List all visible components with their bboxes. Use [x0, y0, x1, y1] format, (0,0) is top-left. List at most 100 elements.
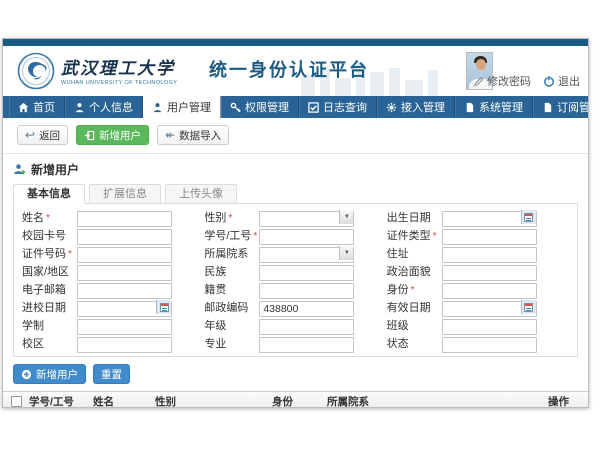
header: 武汉理工大学 WUHAN UNIVERSITY OF TECHNOLOGY 统一…: [3, 46, 588, 96]
field-campus: 校区: [22, 334, 204, 352]
field-label: 班级: [387, 317, 442, 333]
valid-date-calendar-button[interactable]: [521, 300, 536, 314]
field-campus-card: 校园卡号: [22, 226, 204, 244]
field-label: 学制: [22, 317, 77, 333]
form-actions: 新增用户 重置: [13, 364, 578, 384]
status-input[interactable]: [442, 337, 537, 353]
field-label: 进校日期: [22, 299, 77, 315]
new-user-icon: [13, 163, 26, 176]
campus-card-input[interactable]: [77, 229, 172, 245]
name-input[interactable]: [77, 211, 172, 227]
field-label: 有效日期: [387, 299, 442, 315]
logout-link[interactable]: 退出: [543, 73, 580, 89]
nav-tab-profile[interactable]: 个人信息: [65, 96, 143, 118]
back-button[interactable]: ↩ 返回: [17, 125, 68, 145]
dropdown-button[interactable]: ▼: [339, 246, 353, 260]
file-icon: [464, 102, 475, 113]
major-input[interactable]: [259, 337, 354, 353]
field-label: 证件号码*: [22, 245, 77, 261]
identity-input[interactable]: [442, 283, 537, 299]
person-icon: [74, 102, 85, 113]
field-valid-date: 有效日期: [387, 298, 569, 316]
field-label: 性别*: [204, 209, 259, 225]
address-input[interactable]: [442, 247, 537, 263]
submit-add-user-button[interactable]: 新增用户: [13, 364, 86, 384]
nav-tab-subscription[interactable]: 订阅管理: [533, 96, 589, 118]
grade-input[interactable]: [259, 319, 354, 335]
required-asterisk: *: [411, 285, 415, 296]
home-icon: [18, 102, 29, 113]
field-identity: 身份*: [387, 280, 569, 298]
file-icon: [542, 102, 553, 113]
required-asterisk: *: [68, 249, 72, 260]
required-asterisk: *: [253, 231, 257, 242]
column-header: 学号/工号: [29, 394, 93, 408]
id-number-input[interactable]: [77, 247, 172, 263]
calendar-icon: [524, 303, 533, 312]
birth-date-calendar-button[interactable]: [521, 210, 536, 224]
field-label: 出生日期: [387, 209, 442, 225]
school-system-input[interactable]: [77, 319, 172, 335]
field-label: 校园卡号: [22, 227, 77, 243]
change-password-link[interactable]: 修改密码: [473, 73, 531, 89]
political-status-input[interactable]: [442, 265, 537, 281]
nav-tab-home[interactable]: 首页: [9, 96, 65, 118]
data-import-button[interactable]: ↞ 数据导入: [157, 125, 229, 145]
field-address: 住址: [387, 244, 569, 262]
user-form: 姓名*性别*▼出生日期校园卡号学号/工号*证件类型*证件号码*所属院系▼住址国家…: [22, 208, 569, 352]
column-header: 性别: [155, 394, 272, 408]
key-icon: [230, 102, 241, 113]
field-postal-code: 邮政编码: [204, 298, 386, 316]
calendar-icon: [160, 303, 169, 312]
select-all-checkbox[interactable]: [11, 396, 22, 407]
nav-tab-permission[interactable]: 权限管理: [221, 96, 299, 118]
email-input[interactable]: [77, 283, 172, 299]
campus-input[interactable]: [77, 337, 172, 353]
id-type-input[interactable]: [442, 229, 537, 245]
section-title: 新增用户: [31, 161, 79, 178]
dropdown-button[interactable]: ▼: [339, 210, 353, 224]
postal-code-input[interactable]: [259, 301, 354, 317]
field-label: 电子邮箱: [22, 281, 77, 297]
nav-tab-user-mgmt[interactable]: 用户管理: [143, 96, 221, 118]
nav-tab-access-mgmt[interactable]: 接入管理: [377, 96, 455, 118]
field-label: 姓名*: [22, 209, 77, 225]
column-header: 操作: [548, 394, 588, 408]
field-label: 年级: [204, 317, 259, 333]
tab-extended-info[interactable]: 扩展信息: [89, 184, 161, 204]
field-political-status: 政治面貌: [387, 262, 569, 280]
form-tabs: 基本信息扩展信息上传头像: [3, 181, 588, 203]
field-label: 政治面貌: [387, 263, 442, 279]
field-label: 国家/地区: [22, 263, 77, 279]
circle-plus-icon: [21, 369, 32, 380]
nav-tab-system-mgmt[interactable]: 系统管理: [455, 96, 533, 118]
tab-basic-info[interactable]: 基本信息: [13, 184, 85, 204]
field-label: 状态: [387, 335, 442, 351]
reset-button[interactable]: 重置: [93, 364, 130, 384]
field-status: 状态: [387, 334, 569, 352]
import-arrow-icon: ↞: [165, 129, 175, 141]
entry-date-calendar-button[interactable]: [156, 300, 171, 314]
class-input[interactable]: [442, 319, 537, 335]
section-header: 新增用户: [3, 154, 588, 181]
required-asterisk: *: [46, 213, 50, 224]
field-email: 电子邮箱: [22, 280, 204, 298]
field-label: 身份*: [387, 281, 442, 297]
university-name: 武汉理工大学: [61, 54, 201, 79]
field-label: 校区: [22, 335, 77, 351]
nav-tab-log-query[interactable]: 日志查询: [299, 96, 377, 118]
check-square-icon: [308, 102, 319, 113]
student-id-input[interactable]: [259, 229, 354, 245]
column-header: 所属院系: [327, 394, 548, 408]
field-label: 所属院系: [204, 245, 259, 261]
top-strip: [3, 39, 588, 46]
ethnicity-input[interactable]: [259, 265, 354, 281]
field-grade: 年级: [204, 316, 386, 334]
native-place-input[interactable]: [259, 283, 354, 299]
university-logo-icon: [17, 52, 55, 90]
add-user-toolbar-button[interactable]: 新增用户: [76, 125, 149, 145]
country-input[interactable]: [77, 265, 172, 281]
field-label: 证件类型*: [387, 227, 442, 243]
tab-upload-avatar[interactable]: 上传头像: [165, 184, 237, 204]
chevron-down-icon: ▼: [344, 250, 350, 256]
